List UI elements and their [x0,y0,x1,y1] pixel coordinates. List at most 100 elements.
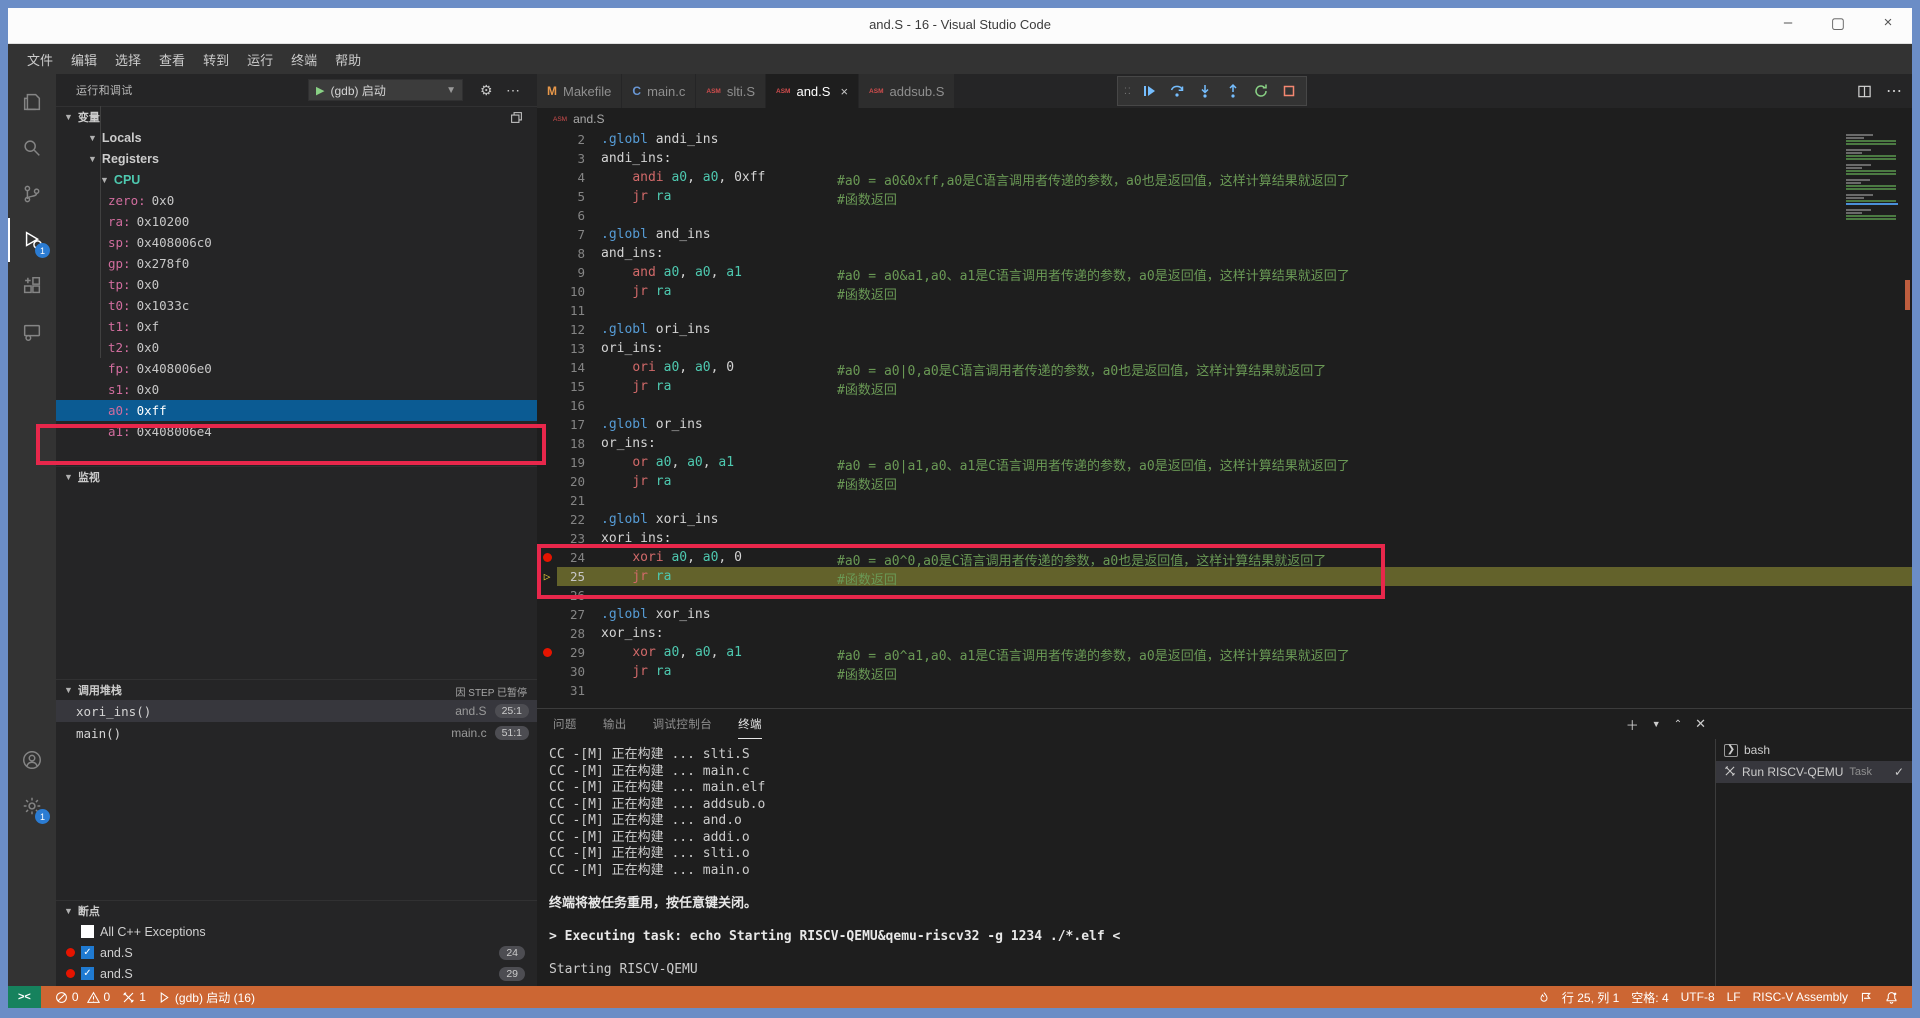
c-file-icon: C [632,84,641,98]
tab-addsub.S[interactable]: ASMaddsub.S [859,74,955,108]
continue-button[interactable] [1136,78,1162,104]
menu-item-帮助[interactable]: 帮助 [326,46,370,73]
menu-item-终端[interactable]: 终端 [282,46,326,73]
tab-and.S[interactable]: ASMand.S× [766,74,859,108]
language-mode-status[interactable]: RISC-V Assembly [1747,986,1854,1008]
register-row-a0[interactable]: a0:0xff [56,400,537,421]
restore-button[interactable]: ▢ [1828,14,1848,32]
menu-item-编辑[interactable]: 编辑 [62,46,106,73]
menu-item-运行[interactable]: 运行 [238,46,282,73]
settings-gear-icon[interactable]: 1 [8,784,56,828]
explorer-icon[interactable] [8,80,56,124]
minimap-line [1846,146,1898,148]
tab-Makefile[interactable]: MMakefile [537,74,622,108]
register-row-t1[interactable]: t1:0xf [56,316,537,337]
variables-header[interactable]: ▼变量 [56,106,537,127]
terminal-list-item-Run-RISCV-QEMU[interactable]: Run RISCV-QEMUTask✓ [1716,761,1912,783]
indentation-status[interactable]: 空格: 4 [1625,986,1674,1008]
step-over-button[interactable] [1164,78,1190,104]
flame-icon[interactable] [1532,986,1556,1008]
breakpoint-dot[interactable] [537,648,557,657]
step-into-button[interactable] [1192,78,1218,104]
register-row-t0[interactable]: t0:0x1033c [56,295,537,316]
breakpoint-row-0[interactable]: All C++ Exceptions [56,921,537,942]
menu-item-文件[interactable]: 文件 [18,46,62,73]
breakpoint-dot[interactable] [537,553,557,562]
eol-status[interactable]: LF [1721,986,1747,1008]
stop-button[interactable] [1276,78,1302,104]
breadcrumb-file[interactable]: and.S [573,112,604,126]
minimap[interactable] [1846,134,1898,224]
step-out-button[interactable] [1220,78,1246,104]
extensions-icon[interactable] [8,264,56,308]
close-tab-icon[interactable]: × [840,84,848,99]
code-editor[interactable]: 2.globl andi_ins3andi_ins:4 andi a0, a0,… [537,130,1912,708]
register-row-tp[interactable]: tp:0x0 [56,274,537,295]
call-stack-header[interactable]: ▼调用堆栈 因 STEP 已暂停 [56,679,537,700]
register-row-gp[interactable]: gp:0x278f0 [56,253,537,274]
feedback-icon[interactable] [1854,986,1879,1008]
running-tasks-status[interactable]: 1 [116,986,152,1008]
stack-frame-main[interactable]: main()main.c51:1 [56,722,537,744]
debug-settings-gear-icon[interactable]: ⚙ [480,82,493,99]
menu-item-查看[interactable]: 查看 [150,46,194,73]
terminal-output[interactable]: CC -[M] 正在构建 ... slti.SCC -[M] 正在构建 ... … [549,747,1712,987]
run-debug-icon[interactable]: 1 [8,218,56,262]
editor-more-actions-icon[interactable]: ⋯ [1886,81,1902,101]
breakpoint-checkbox[interactable]: ✓ [81,946,94,959]
register-row-sp[interactable]: sp:0x408006c0 [56,232,537,253]
launch-config-dropdown[interactable]: ▶ (gdb) 启动 ▼ [308,79,463,101]
maximize-panel-icon[interactable]: ⌃ [1674,719,1682,730]
notifications-bell-icon[interactable] [1879,986,1904,1008]
minimize-button[interactable]: – [1778,14,1798,32]
terminal-list-item-bash[interactable]: ❯bash [1716,739,1912,761]
terminal-dropdown-icon[interactable]: ▼ [1652,719,1661,729]
search-icon[interactable] [8,126,56,170]
breadcrumb[interactable]: ASM and.S [537,108,1912,130]
panel-tab-输出[interactable]: 输出 [603,709,627,739]
remote-indicator[interactable]: >< [8,986,41,1008]
register-value: 0xff [137,403,167,418]
scope-registers[interactable]: ▼Registers [56,148,537,169]
debug-session-status[interactable]: (gdb) 启动 (16) [152,986,261,1008]
register-row-ra[interactable]: ra:0x10200 [56,211,537,232]
register-row-a1[interactable]: a1:0x408006e4 [56,421,537,442]
tab-slti.S[interactable]: ASMslti.S [696,74,766,108]
drag-handle-icon[interactable]: ⁚⁚ [1124,86,1132,97]
split-editor-icon[interactable] [1857,84,1872,99]
source-control-icon[interactable] [8,172,56,216]
problems-status[interactable]: 0 0 [49,986,116,1008]
breakpoint-row-1[interactable]: ✓and.S24 [56,942,537,963]
encoding-status[interactable]: UTF-8 [1675,986,1721,1008]
register-row-zero[interactable]: zero:0x0 [56,190,537,211]
breakpoint-checkbox[interactable] [81,925,94,938]
terminal-line [549,945,1712,962]
accounts-icon[interactable] [8,738,56,782]
restart-button[interactable] [1248,78,1274,104]
new-terminal-icon[interactable]: ＋ [1626,715,1639,734]
menu-item-转到[interactable]: 转到 [194,46,238,73]
tab-main.c[interactable]: Cmain.c [622,74,696,108]
start-debug-icon[interactable]: ▶ [316,84,324,97]
register-row-s1[interactable]: s1:0x0 [56,379,537,400]
watch-header[interactable]: ▼监视 [56,466,537,487]
breakpoints-header[interactable]: ▼断点 [56,900,537,921]
breakpoint-row-2[interactable]: ✓and.S29 [56,963,537,984]
panel-tab-终端[interactable]: 终端 [738,709,762,739]
panel-tab-调试控制台[interactable]: 调试控制台 [653,709,713,739]
line-col-status[interactable]: 行 25, 列 1 [1556,986,1625,1008]
menu-item-选择[interactable]: 选择 [106,46,150,73]
more-actions-icon[interactable]: ⋯ [506,82,520,99]
stack-frame-xoriins[interactable]: xori_ins()and.S25:1 [56,700,537,722]
breakpoint-checkbox[interactable]: ✓ [81,967,94,980]
remote-explorer-icon[interactable] [8,310,56,354]
scope-cpu[interactable]: ▼CPU [56,169,537,190]
current-line-arrow[interactable]: ▷ [537,570,557,583]
close-button[interactable]: × [1878,14,1898,32]
panel-tab-问题[interactable]: 问题 [553,709,577,739]
register-row-fp[interactable]: fp:0x408006e0 [56,358,537,379]
close-panel-icon[interactable]: ✕ [1695,716,1706,732]
scope-locals[interactable]: ▼Locals [56,127,537,148]
register-row-t2[interactable]: t2:0x0 [56,337,537,358]
collapse-all-icon[interactable] [510,111,523,124]
